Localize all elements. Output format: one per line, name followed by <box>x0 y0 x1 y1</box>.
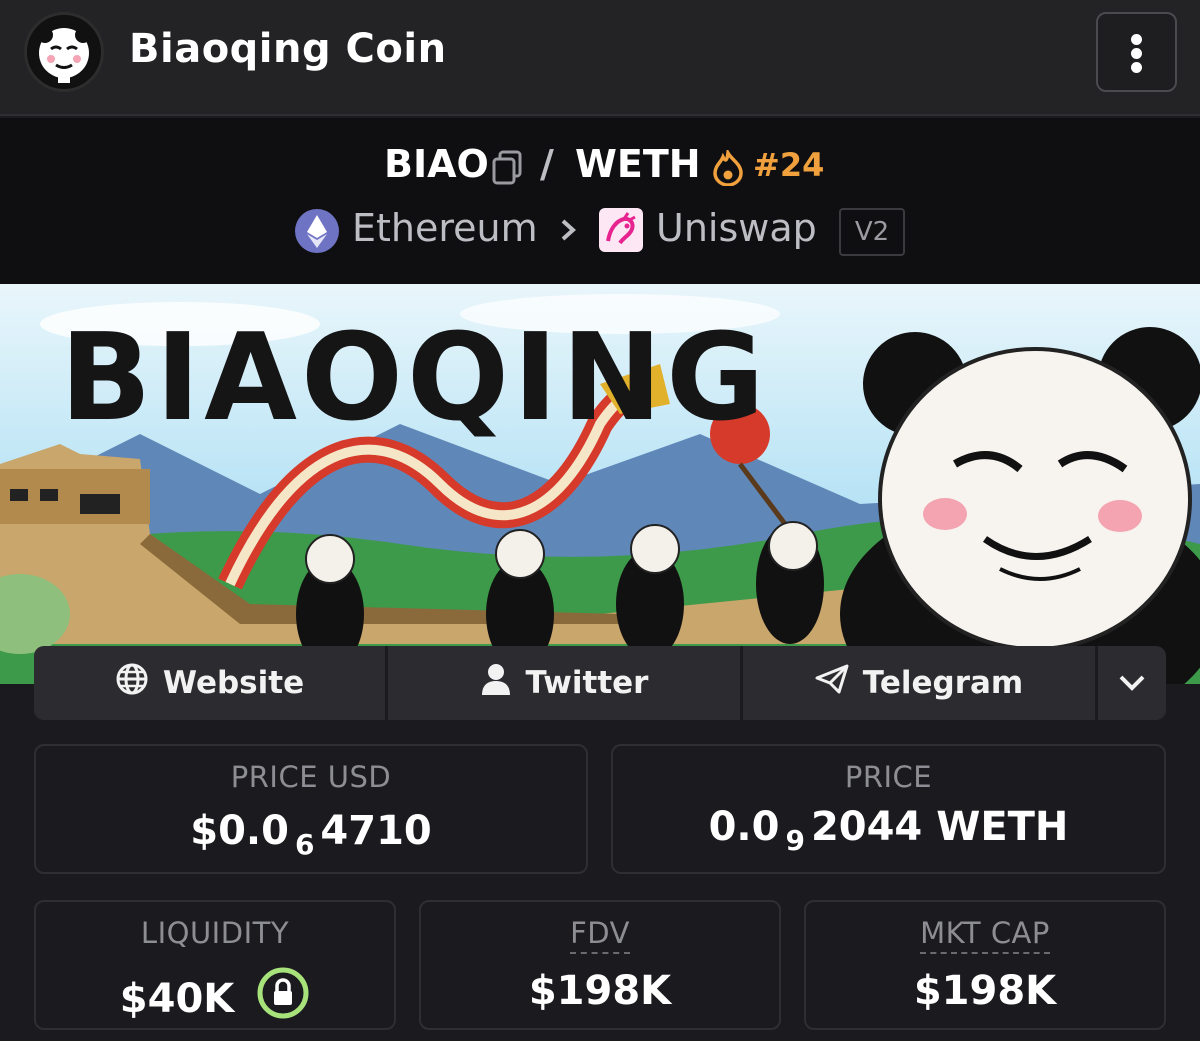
token-avatar[interactable] <box>24 12 104 92</box>
globe-icon <box>115 662 149 704</box>
base-token: BIAO <box>384 142 489 186</box>
telegram-icon <box>815 664 849 702</box>
price-native-label: PRICE <box>844 760 933 794</box>
chevron-down-icon <box>1117 665 1147 701</box>
price-usd-card: PRICE USD $0.0 6 4710 <box>34 744 588 874</box>
menu-dot-icon <box>1131 48 1142 59</box>
dex-name[interactable]: Uniswap <box>656 206 817 250</box>
uniswap-icon[interactable] <box>598 207 644 262</box>
fdv-label-text: FDV <box>570 916 630 954</box>
liquidity-label: LIQUIDITY <box>140 916 290 950</box>
market-cap-label[interactable]: MKT CAP <box>806 916 1164 954</box>
flame-icon <box>712 147 744 195</box>
menu-dot-icon <box>1131 34 1142 45</box>
menu-dot-icon <box>1131 62 1142 73</box>
price-usd-digits: 4710 <box>320 808 432 854</box>
liquidity-row: $40K <box>36 966 394 1030</box>
price-usd-label: PRICE USD <box>230 760 392 794</box>
price-native-zero-count: 9 <box>785 824 805 857</box>
price-native-prefix: 0.0 <box>708 804 780 850</box>
fdv-card: FDV $198K <box>419 900 781 1030</box>
price-usd-prefix: $0.0 <box>190 808 289 854</box>
website-link[interactable]: Website <box>34 646 388 720</box>
chain-name[interactable]: Ethereum <box>352 206 538 250</box>
pair-header: BIAO / WETH #24 Ethereum Uniswap V2 <box>0 118 1200 284</box>
app-title: Biaoqing Coin <box>129 26 447 72</box>
pair-title: BIAO / WETH #24 <box>0 142 1200 192</box>
lock-icon[interactable] <box>256 966 310 1030</box>
fdv-value: $198K <box>528 968 672 1014</box>
chevron-right-icon <box>558 212 580 256</box>
panda-face-icon <box>840 327 1200 684</box>
banner-title: BIAOQING <box>60 309 769 448</box>
liquidity-value: $40K <box>119 976 235 1022</box>
banner-illustration: BIAOQING <box>0 284 1200 684</box>
social-links: Website Twitter Telegram <box>34 646 1166 720</box>
token-banner: BIAOQING <box>0 284 1200 684</box>
top-bar: Biaoqing Coin <box>0 0 1200 116</box>
panda-logo-icon <box>28 16 100 88</box>
pair-separator: / <box>540 142 554 186</box>
quote-token: WETH <box>575 142 701 186</box>
more-links-button[interactable] <box>1098 646 1166 720</box>
fdv-label[interactable]: FDV <box>421 916 779 954</box>
copy-icon[interactable] <box>491 150 523 195</box>
price-usd-value: $0.0 6 4710 <box>36 808 586 861</box>
market-cap-label-text: MKT CAP <box>920 916 1050 954</box>
more-menu-button[interactable] <box>1096 12 1177 92</box>
twitter-label: Twitter <box>525 665 649 701</box>
trending-rank: #24 <box>753 146 825 184</box>
price-usd-zero-count: 6 <box>294 828 315 861</box>
ethereum-icon[interactable] <box>294 208 340 263</box>
telegram-link[interactable]: Telegram <box>743 646 1098 720</box>
price-native-digits: 2044 WETH <box>810 804 1069 850</box>
liquidity-card: LIQUIDITY $40K <box>34 900 396 1030</box>
market-cap-value: $198K <box>913 968 1057 1014</box>
user-icon <box>480 662 512 704</box>
market-cap-card: MKT CAP $198K <box>804 900 1166 1030</box>
price-native-value: 0.0 9 2044 WETH <box>613 804 1164 857</box>
price-native-card: PRICE 0.0 9 2044 WETH <box>611 744 1166 874</box>
version-badge: V2 <box>839 208 905 256</box>
twitter-link[interactable]: Twitter <box>388 646 743 720</box>
website-label: Website <box>162 665 305 701</box>
chain-info: Ethereum Uniswap V2 <box>0 206 1200 256</box>
telegram-label: Telegram <box>862 665 1024 701</box>
